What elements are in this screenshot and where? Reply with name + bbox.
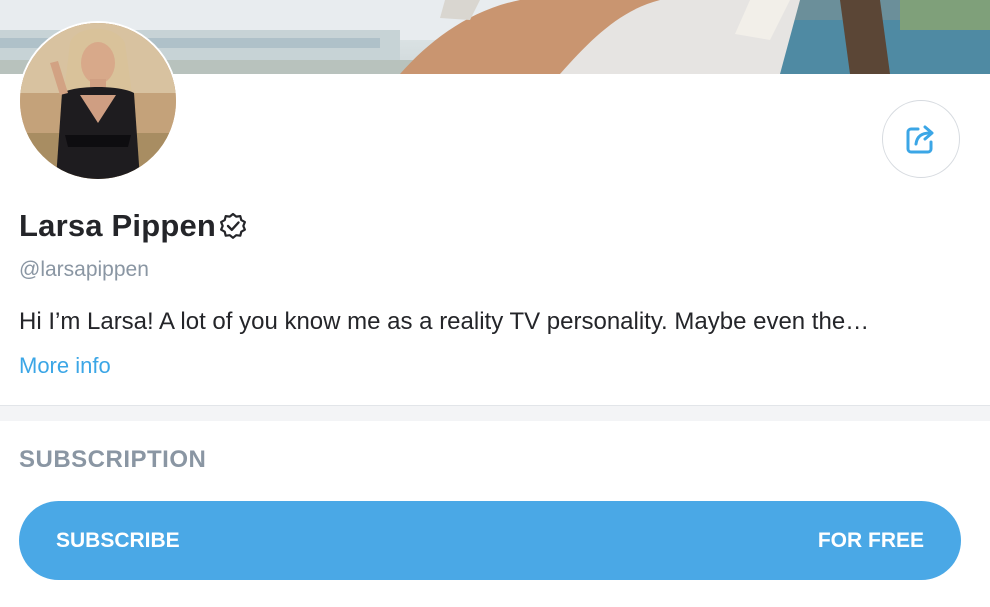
profile-bio: Hi I’m Larsa! A lot of you know me as a … <box>19 308 870 335</box>
verified-badge-icon <box>218 211 248 241</box>
profile-avatar[interactable] <box>18 21 178 181</box>
subscription-section-title: SUBSCRIPTION <box>19 446 207 473</box>
subscribe-button[interactable]: SUBSCRIBE FOR FREE <box>19 501 961 580</box>
profile-name-row: Larsa Pippen <box>19 208 248 244</box>
profile-handle: @larsapippen <box>19 258 149 281</box>
share-icon <box>906 125 934 154</box>
subscribe-button-label: SUBSCRIBE <box>56 528 180 552</box>
subscribe-price-label: FOR FREE <box>817 528 924 552</box>
avatar-photo-graphic <box>20 23 176 179</box>
profile-name: Larsa Pippen <box>19 208 217 243</box>
section-divider <box>0 405 990 421</box>
more-info-link[interactable]: More info <box>19 353 111 379</box>
share-button[interactable] <box>882 100 960 178</box>
